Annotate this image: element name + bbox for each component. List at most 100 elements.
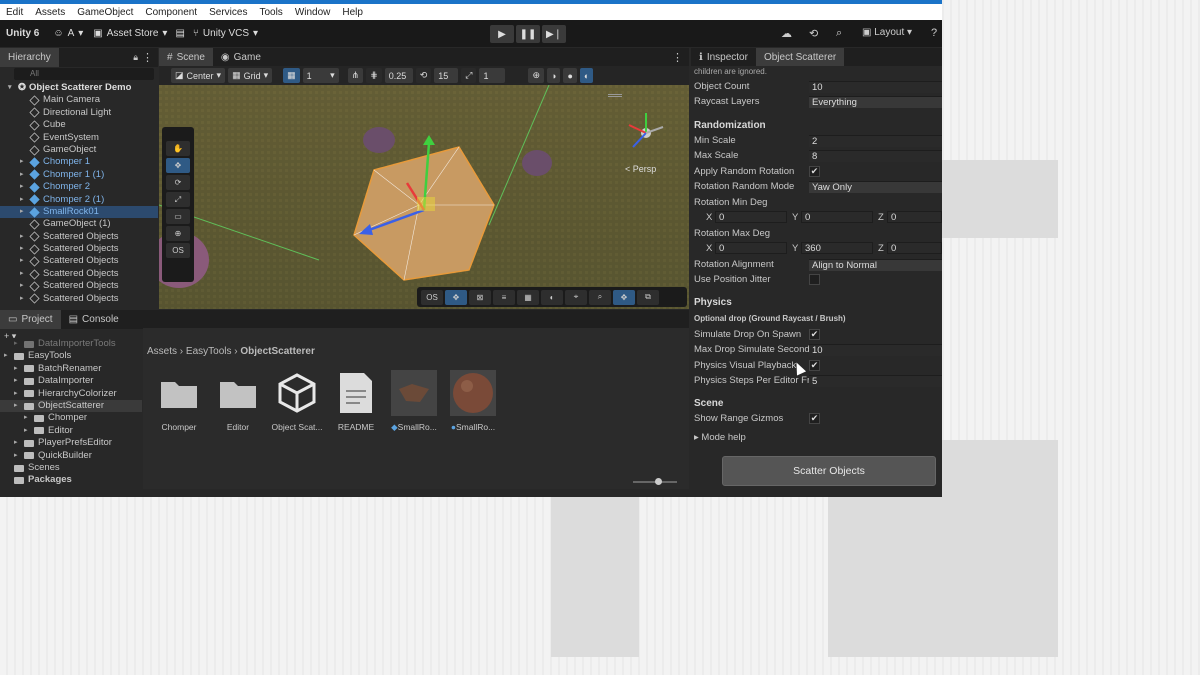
overlay-tool-6[interactable]: ⌖ [565, 289, 587, 305]
scene-kebab-icon[interactable]: ⋮ [672, 51, 683, 64]
overlay-tool-9[interactable]: ⧉ [637, 289, 659, 305]
hierarchy-item[interactable]: ▸ Scattered Objects [0, 243, 158, 255]
hierarchy-item[interactable]: GameObject (1) [0, 218, 158, 230]
crumb-objectscatterer[interactable]: ObjectScatterer [240, 346, 314, 357]
project-tree-item[interactable]: ▸ EasyTools [0, 350, 142, 362]
scene-tool-0[interactable]: ✋ [166, 141, 190, 156]
hierarchy-item[interactable]: ▸ Chomper 2 (1) [0, 194, 158, 206]
simulate-drop-checkbox[interactable]: ✔ [809, 329, 820, 340]
overlay-tool-1[interactable]: ✥ [445, 289, 467, 305]
tab-project[interactable]: ▭ Project [0, 310, 61, 329]
crumb-easytools[interactable]: EasyTools [186, 346, 232, 357]
hierarchy-item[interactable]: ▸ Scattered Objects [0, 268, 158, 280]
scale-snap-input[interactable]: 1 [479, 68, 506, 83]
rot-max-x-field[interactable]: 0 [715, 242, 787, 254]
expand-arrow-icon[interactable]: ▸ [14, 437, 24, 449]
asset-object-scatterer[interactable]: Object Scat... [268, 370, 326, 432]
history-icon[interactable]: ⟲ [809, 27, 818, 40]
expand-arrow-icon[interactable]: ▸ [24, 412, 34, 424]
overlay-tool-7[interactable]: ⌕ [589, 289, 611, 305]
project-tree-item[interactable]: ▸ HierarchyColorizer [0, 388, 142, 400]
pivot-dropdown[interactable]: ◪ Center ▾ [171, 68, 226, 83]
view-orientation-gizmo[interactable] [621, 105, 671, 155]
project-tree-item[interactable]: ▸ ObjectScatterer [0, 399, 142, 413]
max-scale-field[interactable]: 8 [809, 150, 942, 162]
tab-game[interactable]: ◉ Game [213, 48, 269, 67]
step-button[interactable]: ▶❘ [542, 25, 566, 43]
scene-tool-1[interactable]: ✥ [166, 158, 190, 173]
overlay-tool-5[interactable]: ◐ [541, 289, 563, 305]
asset-smallrock-prefab[interactable]: ◆SmallRo... [385, 370, 443, 433]
object-count-field[interactable]: 10 [809, 81, 942, 93]
effects-icon[interactable]: ◐ [579, 68, 594, 83]
unity-logo-label[interactable]: Unity 6 [6, 28, 39, 39]
cloud-icon[interactable]: ☁ [781, 27, 792, 40]
scene-tool-3[interactable]: ⤢ [166, 192, 190, 207]
rotation-mode-dropdown[interactable]: Yaw Only [809, 181, 942, 193]
lock-icon[interactable]: 🔒︎ [133, 52, 138, 63]
overlay-tool-2[interactable]: ⊠ [469, 289, 491, 305]
hierarchy-item[interactable]: ▸ Chomper 1 [0, 156, 158, 168]
hierarchy-item[interactable]: ▸ Scattered Objects [0, 293, 158, 305]
mode-help-foldout[interactable]: ▸ Mode help [694, 432, 809, 443]
physics-visual-playback-checkbox[interactable]: ✔ [809, 360, 820, 371]
project-tree-item[interactable]: ▸ DataImporterTools [0, 338, 142, 350]
expand-arrow-icon[interactable]: ▸ [14, 388, 24, 400]
expand-arrow-icon[interactable]: ▸ [4, 350, 14, 362]
overlay-tool-3[interactable]: ≡ [493, 289, 515, 305]
zoom-slider[interactable] [633, 478, 677, 485]
snap-toggle[interactable]: ⋔ [347, 68, 364, 83]
search-icon[interactable]: ⌕ [836, 27, 842, 40]
perspective-label[interactable]: < Persp [625, 164, 656, 174]
physics-steps-field[interactable]: 5 [809, 375, 942, 387]
tab-inspector[interactable]: ℹ Inspector [691, 48, 756, 67]
hierarchy-item[interactable]: ▸ Chomper 2 [0, 181, 158, 193]
move-snap-input[interactable]: 0.25 [384, 68, 413, 83]
kebab-icon[interactable]: ⋮ [142, 51, 153, 64]
hierarchy-item[interactable]: Main Camera [0, 94, 158, 106]
zoom-slider-handle[interactable] [655, 478, 662, 485]
project-tree-item[interactable]: Scenes [0, 462, 142, 474]
overlay-tool-0[interactable]: OS [421, 289, 443, 305]
expand-arrow-icon[interactable]: ▸ [14, 375, 24, 387]
rot-min-x-field[interactable]: 0 [715, 211, 787, 223]
expand-arrow-icon[interactable]: ▸ [14, 400, 24, 412]
tab-object-scatterer[interactable]: Object Scatterer [755, 48, 845, 67]
asset-readme[interactable]: README [327, 370, 385, 432]
hierarchy-item[interactable]: GameObject [0, 144, 158, 156]
menu-item-assets[interactable]: Assets [29, 7, 71, 18]
hierarchy-item[interactable]: Directional Light [0, 107, 158, 119]
asset-chomper-folder[interactable]: Chomper [150, 370, 208, 432]
scene-tool-6[interactable]: OS [166, 243, 190, 258]
min-scale-field[interactable]: 2 [809, 135, 942, 147]
rot-min-y-field[interactable]: 0 [801, 211, 873, 223]
hierarchy-search[interactable]: All [14, 68, 154, 80]
asset-store-button[interactable]: ▣ Asset Store ▾ [93, 28, 167, 39]
grid-dropdown[interactable]: ▦ Grid ▾ [228, 68, 273, 83]
expand-arrow-icon[interactable]: ▸ [24, 425, 34, 437]
rot-max-z-field[interactable]: 0 [887, 242, 942, 254]
menu-item-gameobject[interactable]: GameObject [71, 7, 139, 18]
expand-arrow-icon[interactable]: ▸ [20, 169, 30, 181]
layout-dropdown[interactable]: ▣ Layout ▾ [862, 27, 912, 38]
scene-tool-2[interactable]: ⟳ [166, 175, 190, 190]
scene-viewport[interactable]: < Persp ✋ ✥ ⟳ ⤢ ▭ ⊕ OS OS ✥ ⊠ ≡ ▦ ◐ ⌖ ⌕ ✥ ⧉ [159, 85, 689, 309]
gizmo-globe-icon[interactable]: ⊕ [528, 68, 545, 83]
account-dropdown[interactable]: ☺ A ▾ [53, 28, 83, 39]
project-tree-item[interactable]: ▸ Editor [0, 425, 142, 437]
rotate-snap-input[interactable]: 15 [434, 68, 459, 83]
play-button[interactable]: ▶ [490, 25, 514, 43]
menu-item-component[interactable]: Component [139, 7, 203, 18]
tab-console[interactable]: ▤ Console [61, 310, 127, 329]
crumb-assets[interactable]: Assets [147, 346, 177, 357]
asset-editor-folder[interactable]: Editor [209, 370, 267, 432]
project-tree-item[interactable]: ▸ PlayerPrefsEditor [0, 437, 142, 449]
rot-min-z-field[interactable]: 0 [887, 211, 942, 223]
hierarchy-item[interactable]: ▸ Scattered Objects [0, 231, 158, 243]
rotation-alignment-dropdown[interactable]: Align to Normal [809, 259, 942, 271]
expand-arrow-icon[interactable]: ▸ [20, 293, 30, 305]
render-mode-icon[interactable]: ◑ [547, 68, 561, 83]
scene-tool-5[interactable]: ⊕ [166, 226, 190, 241]
expand-arrow-icon[interactable]: ▸ [20, 194, 30, 206]
view-gizmo-handle[interactable] [608, 94, 622, 97]
